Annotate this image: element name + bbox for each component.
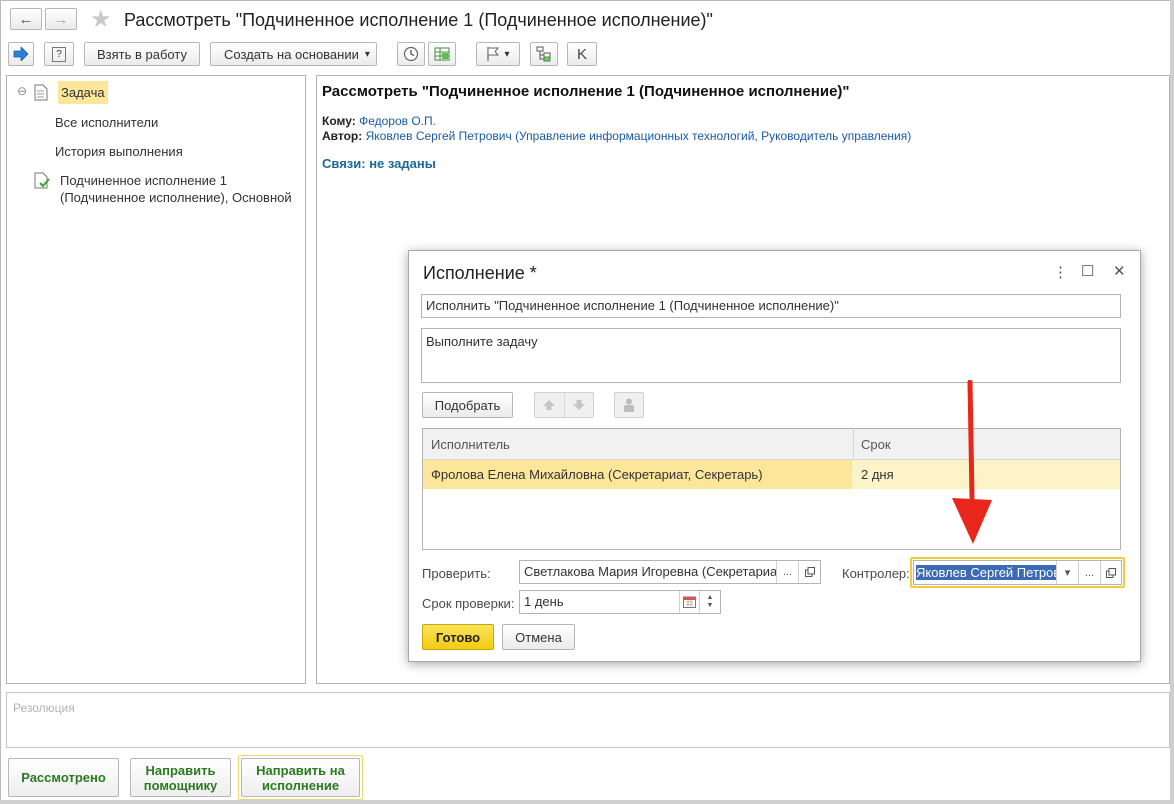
- column-header-executor[interactable]: Исполнитель: [431, 437, 510, 452]
- controller-label: Контролер:: [842, 566, 910, 581]
- ok-button[interactable]: Готово: [422, 624, 494, 650]
- collapse-icon[interactable]: ⊖: [17, 84, 27, 98]
- arrow-right-blue-icon: [13, 47, 29, 61]
- tree-item-task[interactable]: Задача: [58, 81, 108, 104]
- move-up-icon[interactable]: [535, 393, 565, 417]
- cancel-button[interactable]: Отмена: [502, 624, 575, 650]
- take-to-work-button[interactable]: Взять в работу: [84, 42, 200, 66]
- more-menu-icon[interactable]: ⋮: [1053, 263, 1068, 281]
- spreadsheet-icon: [434, 47, 450, 61]
- to-label: Кому:: [322, 114, 356, 128]
- maximize-icon[interactable]: ☐: [1081, 262, 1094, 280]
- tree-item-history[interactable]: История выполнения: [55, 144, 183, 159]
- description-textarea[interactable]: Выполните задачу: [421, 328, 1121, 383]
- executor-button[interactable]: [614, 392, 644, 418]
- back-button[interactable]: ←: [10, 8, 42, 30]
- author-value-link[interactable]: Яковлев Сергей Петрович (Управление инфо…: [366, 129, 912, 143]
- check-open-button[interactable]: [798, 561, 820, 583]
- structure-button[interactable]: [530, 42, 558, 66]
- window-shadow-right: [1170, 0, 1174, 804]
- to-execution-button[interactable]: Направить на исполнение: [241, 758, 360, 797]
- controller-select-button[interactable]: ...: [1078, 561, 1100, 584]
- table-row[interactable]: Фролова Елена Михайловна (Секретариат, С…: [423, 460, 1120, 489]
- navigation-panel: ⊖ Задача Все исполнители История выполне…: [6, 75, 306, 684]
- post-and-close-button[interactable]: [8, 42, 34, 66]
- move-buttons: [534, 392, 594, 418]
- spin-buttons[interactable]: ▲ ▼: [699, 591, 720, 613]
- tree-item-label-line2: (Подчиненное исполнение), Основной: [60, 190, 292, 205]
- forward-button[interactable]: →: [45, 8, 77, 30]
- document-icon: [34, 84, 48, 101]
- task-heading: Рассмотреть "Подчиненное исполнение 1 (П…: [322, 83, 850, 100]
- history-button[interactable]: [397, 42, 425, 66]
- author-label: Автор:: [322, 129, 363, 143]
- subject-input[interactable]: Исполнить "Подчиненное исполнение 1 (Под…: [421, 294, 1121, 318]
- red-arrow-icon: [952, 380, 992, 544]
- links-link[interactable]: Связи: не заданы: [322, 156, 436, 171]
- check-select-button[interactable]: ...: [776, 561, 798, 583]
- close-icon[interactable]: ✕: [1113, 262, 1126, 280]
- to-row: Кому: Федоров О.П.: [322, 114, 436, 128]
- check-deadline-label: Срок проверки:: [422, 596, 515, 611]
- reviewed-button[interactable]: Рассмотрено: [8, 758, 119, 797]
- cell-deadline[interactable]: 2 дня: [861, 467, 894, 482]
- arrow-left-icon: ←: [18, 10, 34, 28]
- to-value-link[interactable]: Федоров О.П.: [359, 114, 436, 128]
- k-button[interactable]: K: [567, 42, 597, 66]
- dialog-title: Исполнение *: [423, 263, 537, 283]
- chevron-down-icon: ▾: [1064, 567, 1071, 579]
- cell-executor[interactable]: Фролова Елена Михайловна (Секретариат, С…: [431, 467, 763, 482]
- report-button[interactable]: [428, 42, 456, 66]
- create-based-on-button[interactable]: Создать на основании ▾: [210, 42, 377, 66]
- flag-icon: [487, 47, 500, 61]
- controller-input-value: Яковлев Сергей Петров: [916, 565, 1061, 580]
- execution-dialog: Исполнение * ⋮ ☐ ✕ Исполнить "Подчиненно…: [408, 250, 1141, 662]
- to-assistant-button[interactable]: Направить помощнику: [130, 758, 231, 797]
- controller-open-button[interactable]: [1100, 561, 1121, 584]
- resolution-input[interactable]: Резолюция: [6, 692, 1170, 748]
- table-header: [423, 429, 1120, 460]
- create-based-on-label: Создать на основании: [224, 46, 359, 62]
- arrow-right-icon: →: [53, 10, 69, 28]
- hierarchy-icon: [536, 46, 551, 62]
- help-icon: ?: [52, 46, 66, 62]
- flag-menu-button[interactable]: ▾: [476, 42, 520, 66]
- favorite-star-icon[interactable]: ★: [90, 5, 112, 34]
- help-button[interactable]: ?: [44, 42, 74, 66]
- open-window-icon: [804, 567, 815, 577]
- controller-dropdown-button[interactable]: ▾: [1056, 561, 1078, 584]
- chevron-down-icon: ▾: [364, 48, 370, 60]
- tree-item-all-executors[interactable]: Все исполнители: [55, 115, 158, 130]
- resolution-placeholder: Резолюция: [13, 701, 75, 715]
- calendar-icon: [683, 596, 696, 608]
- column-header-deadline[interactable]: Срок: [861, 437, 891, 452]
- chevron-down-icon: ▾: [504, 48, 510, 60]
- clock-icon: [403, 46, 419, 62]
- person-icon: [624, 398, 634, 412]
- completed-task-icon: [34, 172, 50, 189]
- tree-item-subordinate-execution[interactable]: Подчиненное исполнение 1 (Подчиненное ис…: [60, 172, 292, 206]
- pick-button[interactable]: Подобрать: [422, 392, 513, 418]
- open-window-icon: [1106, 567, 1116, 578]
- tree-item-label-line1: Подчиненное исполнение 1: [60, 173, 228, 188]
- check-label: Проверить:: [422, 566, 491, 581]
- window-shadow-bottom: [0, 800, 1174, 804]
- author-row: Автор: Яковлев Сергей Петрович (Управлен…: [322, 129, 911, 143]
- check-input-value: Светлакова Мария Игоревна (Секретариат: [524, 564, 783, 579]
- spin-down-icon[interactable]: ▼: [707, 602, 714, 610]
- calendar-button[interactable]: [679, 591, 699, 613]
- move-down-icon[interactable]: [565, 393, 594, 417]
- spin-up-icon[interactable]: ▲: [707, 594, 714, 602]
- executors-table: Исполнитель Срок Фролова Елена Михайловн…: [422, 428, 1121, 550]
- window-title: Рассмотреть "Подчиненное исполнение 1 (П…: [124, 10, 713, 30]
